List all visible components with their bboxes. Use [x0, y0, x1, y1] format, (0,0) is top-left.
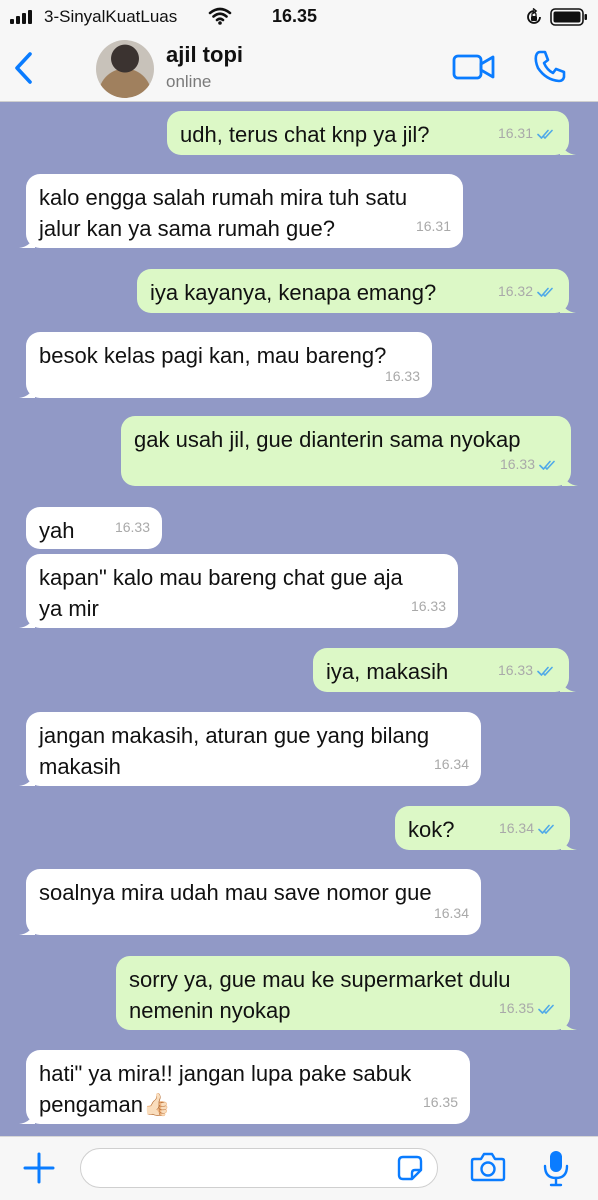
message-meta: 16.33	[498, 655, 557, 686]
message-text: sorry ya, gue mau ke supermarket dulu ne…	[129, 967, 511, 1023]
message-bubble-outgoing[interactable]: iya, makasih 16.33	[313, 648, 576, 692]
message-meta: 16.35	[499, 993, 558, 1024]
signal-icon	[10, 10, 38, 24]
bubble-tail	[560, 297, 576, 313]
message-text: jangan makasih, aturan gue yang bilang m…	[39, 723, 430, 779]
message-meta: 16.33	[385, 361, 420, 392]
rotation-lock-icon	[527, 8, 541, 24]
contact-status: online	[166, 72, 212, 91]
message-time: 16.35	[498, 1000, 534, 1016]
message-bubble-incoming[interactable]: jangan makasih, aturan gue yang bilang m…	[19, 712, 481, 786]
message-meta: 16.34	[499, 813, 558, 844]
contact-name[interactable]: ajil topi	[166, 42, 243, 68]
message-meta: 16.34	[434, 749, 469, 780]
bubble-tail	[561, 834, 577, 850]
message-time: 16.33	[114, 519, 150, 535]
message-bubble-outgoing[interactable]: sorry ya, gue mau ke supermarket dulu ne…	[116, 956, 577, 1030]
message-text: kapan" kalo mau bareng chat gue aja ya m…	[39, 565, 403, 621]
message-meta: 16.31	[416, 211, 451, 242]
status-time: 16.35	[272, 6, 318, 26]
message-meta: 16.34	[434, 898, 469, 929]
message-bubble-incoming[interactable]: soalnya mira udah mau save nomor gue 16.…	[19, 869, 481, 935]
message-meta: 16.33	[411, 591, 446, 622]
message-bubble-incoming[interactable]: yah 16.33	[26, 507, 162, 549]
message-meta: 16.33	[500, 449, 559, 480]
message-time: 16.34	[498, 820, 534, 836]
phone-icon[interactable]	[532, 48, 568, 84]
message-time: 16.33	[499, 456, 535, 472]
wifi-icon	[208, 7, 232, 25]
message-text: iya kayanya, kenapa emang?	[150, 280, 437, 305]
bubble-tail	[19, 232, 35, 248]
message-bubble-outgoing[interactable]: kok? 16.34	[395, 806, 577, 850]
message-time: 16.34	[433, 756, 469, 772]
back-chevron-icon[interactable]	[10, 48, 40, 88]
message-bubble-outgoing[interactable]: iya kayanya, kenapa emang? 16.32	[137, 269, 576, 313]
message-bubble-incoming[interactable]: hati" ya mira!! jangan lupa pake sabuk p…	[19, 1050, 470, 1124]
battery-icon	[550, 8, 587, 26]
message-time: 16.31	[415, 218, 451, 234]
camera-icon[interactable]	[470, 1151, 506, 1183]
plus-icon[interactable]	[22, 1151, 56, 1185]
bubble-tail	[561, 1014, 577, 1030]
double-check-icon	[538, 824, 554, 834]
double-check-icon	[537, 129, 553, 139]
message-meta: 16.31	[498, 118, 557, 149]
video-camera-icon[interactable]	[452, 50, 496, 84]
double-check-icon	[539, 460, 555, 470]
message-time: 16.33	[497, 662, 533, 678]
message-meta: 16.35	[423, 1087, 458, 1118]
message-bubble-incoming[interactable]: kalo engga salah rumah mira tuh satu jal…	[19, 174, 463, 248]
bubble-tail	[19, 1108, 35, 1124]
bubble-tail	[19, 612, 35, 628]
bubble-tail	[560, 139, 576, 155]
message-time: 16.33	[384, 368, 420, 384]
message-text: gak usah jil, gue dianterin sama nyokap	[134, 427, 521, 452]
chat-header: ajil topi online	[0, 34, 598, 102]
bubble-tail	[562, 470, 578, 486]
message-time: 16.32	[497, 283, 533, 299]
message-bubble-outgoing[interactable]: gak usah jil, gue dianterin sama nyokap …	[121, 416, 578, 486]
message-text: besok kelas pagi kan, mau bareng?	[39, 343, 387, 368]
message-bubble-outgoing[interactable]: udh, terus chat knp ya jil? 16.31	[167, 111, 576, 155]
message-input[interactable]	[80, 1148, 438, 1188]
message-composer	[0, 1136, 598, 1200]
message-time: 16.35	[422, 1094, 458, 1110]
message-meta: 16.32	[498, 276, 557, 307]
message-time: 16.33	[410, 598, 446, 614]
message-text: kalo engga salah rumah mira tuh satu jal…	[39, 185, 408, 241]
double-check-icon	[537, 287, 553, 297]
bubble-tail	[19, 770, 35, 786]
double-check-icon	[537, 666, 553, 676]
carrier-name: 3-SinyalKuatLuas	[44, 7, 178, 26]
message-meta: 16.33	[115, 512, 150, 543]
message-text: soalnya mira udah mau save nomor gue	[39, 880, 432, 905]
sticker-icon[interactable]	[397, 1155, 423, 1181]
message-text: hati" ya mira!! jangan lupa pake sabuk p…	[39, 1061, 412, 1117]
bubble-tail	[19, 382, 35, 398]
bubble-tail	[19, 919, 35, 935]
message-time: 16.31	[497, 125, 533, 141]
microphone-icon[interactable]	[543, 1149, 569, 1187]
message-time: 16.34	[433, 905, 469, 921]
status-bar: 3-SinyalKuatLuas 16.35	[0, 0, 598, 34]
message-bubble-incoming[interactable]: besok kelas pagi kan, mau bareng? 16.33	[19, 332, 432, 398]
bubble-tail	[560, 676, 576, 692]
double-check-icon	[538, 1004, 554, 1014]
avatar[interactable]	[96, 40, 154, 98]
message-bubble-incoming[interactable]: kapan" kalo mau bareng chat gue aja ya m…	[19, 554, 458, 628]
